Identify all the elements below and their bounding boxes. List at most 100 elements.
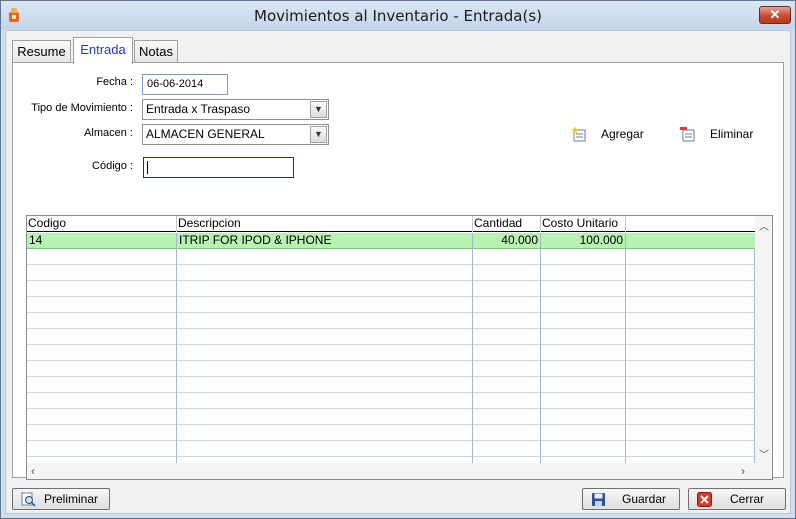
table-cell[interactable] [473, 441, 541, 457]
scroll-up-icon[interactable]: ︿ [759, 218, 769, 233]
table-cell[interactable] [473, 297, 541, 313]
table-cell[interactable] [177, 265, 473, 281]
table-cell[interactable] [27, 361, 177, 377]
items-grid[interactable]: Codigo Descripcion Cantidad Costo Unitar… [26, 215, 773, 480]
table-cell[interactable] [473, 345, 541, 361]
table-cell[interactable] [626, 313, 755, 329]
table-cell[interactable] [177, 313, 473, 329]
column-header-cantidad[interactable]: Cantidad [473, 216, 541, 232]
table-cell[interactable] [27, 425, 177, 441]
table-row[interactable] [27, 409, 755, 425]
table-cell[interactable] [626, 409, 755, 425]
table-row[interactable] [27, 441, 755, 457]
horizontal-scrollbar[interactable]: ‹ › [27, 463, 755, 479]
table-cell[interactable] [177, 409, 473, 425]
table-cell[interactable] [541, 409, 626, 425]
table-cell[interactable] [177, 345, 473, 361]
scroll-down-icon[interactable]: ﹀ [759, 446, 769, 461]
table-cell[interactable] [626, 441, 755, 457]
table-cell[interactable] [473, 425, 541, 441]
table-cell[interactable] [177, 329, 473, 345]
table-cell[interactable] [626, 297, 755, 313]
table-cell[interactable] [626, 377, 755, 393]
table-cell[interactable] [541, 377, 626, 393]
table-cell[interactable] [626, 393, 755, 409]
table-cell[interactable] [541, 393, 626, 409]
table-cell[interactable] [473, 329, 541, 345]
table-cell[interactable] [541, 329, 626, 345]
table-cell[interactable] [626, 281, 755, 297]
table-cell[interactable] [27, 297, 177, 313]
cell-codigo[interactable]: 14 [27, 233, 177, 249]
table-cell[interactable] [541, 297, 626, 313]
chevron-down-icon[interactable]: ▼ [310, 101, 327, 118]
table-cell[interactable] [177, 249, 473, 265]
preliminar-button[interactable]: Preliminar [12, 488, 110, 510]
table-cell[interactable] [27, 281, 177, 297]
table-cell[interactable] [626, 265, 755, 281]
tipo-movimiento-select[interactable]: Entrada x Traspaso ▼ [142, 99, 329, 120]
table-cell[interactable] [177, 361, 473, 377]
table-cell[interactable] [27, 265, 177, 281]
almacen-select[interactable]: ALMACEN GENERAL ▼ [142, 124, 329, 145]
table-cell[interactable] [626, 345, 755, 361]
table-cell[interactable] [541, 441, 626, 457]
table-cell[interactable] [27, 249, 177, 265]
table-cell[interactable] [27, 329, 177, 345]
table-cell[interactable] [541, 265, 626, 281]
eliminar-button[interactable]: Eliminar [680, 127, 765, 143]
table-row[interactable] [27, 393, 755, 409]
table-cell[interactable] [177, 441, 473, 457]
table-cell[interactable] [541, 249, 626, 265]
table-cell[interactable] [541, 425, 626, 441]
column-header-descripcion[interactable]: Descripcion [177, 216, 473, 232]
table-cell[interactable] [27, 345, 177, 361]
table-cell[interactable] [626, 329, 755, 345]
table-cell[interactable] [626, 361, 755, 377]
table-cell[interactable] [27, 409, 177, 425]
table-row[interactable] [27, 297, 755, 313]
table-cell[interactable] [541, 345, 626, 361]
table-row[interactable] [27, 361, 755, 377]
table-cell[interactable] [473, 361, 541, 377]
scroll-left-icon[interactable]: ‹ [31, 464, 35, 478]
table-cell[interactable] [177, 393, 473, 409]
cell-costo-unitario[interactable]: 100.000 [541, 233, 626, 249]
table-cell[interactable] [473, 265, 541, 281]
table-cell[interactable] [541, 313, 626, 329]
tab-resume[interactable]: Resume [12, 40, 71, 63]
table-cell[interactable] [473, 393, 541, 409]
cell-cantidad[interactable]: 40.000 [473, 233, 541, 249]
agregar-button[interactable]: Agregar [571, 126, 651, 143]
title-bar[interactable]: Movimientos al Inventario - Entrada(s) ✕ [1, 1, 795, 29]
chevron-down-icon[interactable]: ▼ [310, 126, 327, 143]
table-cell[interactable] [541, 361, 626, 377]
table-row[interactable] [27, 329, 755, 345]
table-row[interactable] [27, 425, 755, 441]
tab-notas[interactable]: Notas [134, 40, 178, 63]
table-cell[interactable] [27, 377, 177, 393]
table-cell[interactable] [473, 377, 541, 393]
column-header-codigo[interactable]: Codigo [27, 216, 177, 232]
table-row[interactable]: 14 ITRIP FOR IPOD & IPHONE 40.000 100.00… [27, 233, 755, 249]
close-window-button[interactable]: ✕ [759, 6, 791, 24]
table-cell[interactable] [473, 313, 541, 329]
codigo-input[interactable] [143, 157, 294, 178]
table-cell[interactable] [177, 297, 473, 313]
scroll-right-icon[interactable]: › [741, 464, 745, 478]
table-cell[interactable] [626, 249, 755, 265]
table-cell[interactable] [473, 281, 541, 297]
table-cell[interactable] [473, 249, 541, 265]
tab-entrada[interactable]: Entrada [73, 37, 133, 64]
table-row[interactable] [27, 313, 755, 329]
table-cell[interactable] [541, 281, 626, 297]
table-cell[interactable] [27, 313, 177, 329]
cerrar-button[interactable]: Cerrar [688, 488, 786, 510]
table-row[interactable] [27, 345, 755, 361]
table-cell[interactable] [473, 409, 541, 425]
table-row[interactable] [27, 265, 755, 281]
table-row[interactable] [27, 281, 755, 297]
table-cell[interactable] [626, 425, 755, 441]
table-cell[interactable] [27, 441, 177, 457]
column-header-costo-unitario[interactable]: Costo Unitario [541, 216, 626, 232]
